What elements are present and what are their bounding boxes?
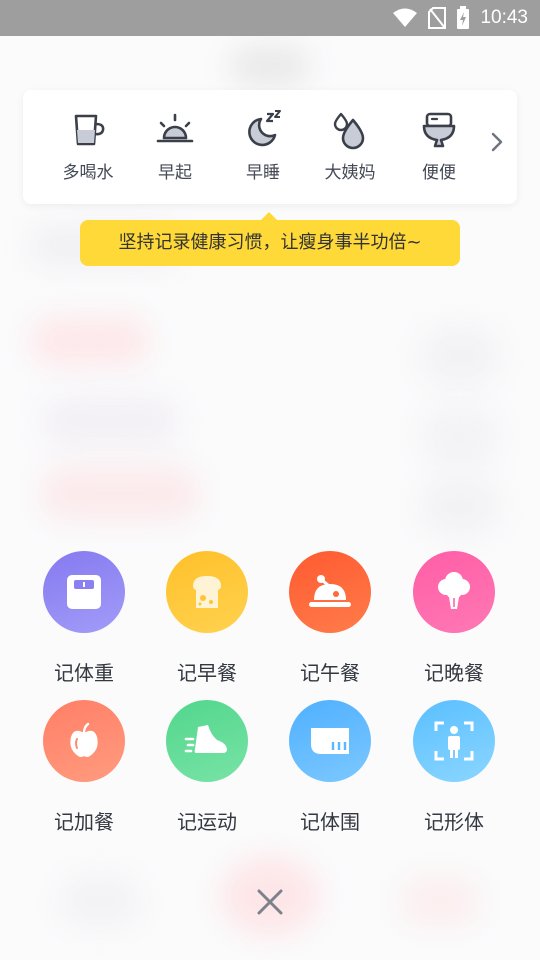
broccoli-icon [438, 572, 470, 609]
habit-tip-bubble: 坚持记录健康习惯，让瘦身事半功倍~ [80, 212, 460, 266]
record-body-shape-label: 记形体 [424, 810, 484, 834]
record-girth-button[interactable]: 记体围 [275, 700, 385, 840]
measuring-tape-icon [311, 728, 349, 754]
scale-icon [67, 575, 101, 609]
status-time: 10:43 [480, 7, 528, 28]
no-sim-icon [428, 7, 447, 29]
toilet-icon [422, 112, 456, 148]
quick-item-wake-early[interactable]: 早起 [137, 110, 213, 190]
battery-charging-icon [457, 6, 470, 29]
quick-record-card: 多喝水 早起 早睡 大姨妈 便便 [23, 90, 517, 204]
quick-item-period[interactable]: 大姨妈 [312, 110, 388, 190]
record-breakfast-button[interactable]: 记早餐 [152, 551, 262, 691]
record-exercise-button[interactable]: 记运动 [152, 700, 262, 840]
record-snack-label: 记加餐 [54, 810, 114, 834]
status-icons: 10:43 [392, 0, 528, 36]
record-breakfast-circle [166, 551, 248, 633]
quick-item-label: 早起 [158, 163, 192, 183]
record-snack-button[interactable]: 记加餐 [29, 700, 139, 840]
record-body-shape-circle [413, 700, 495, 782]
roast-chicken-icon [309, 575, 351, 607]
record-weight-button[interactable]: 记体重 [29, 551, 139, 691]
quick-item-poop[interactable]: 便便 [401, 110, 477, 190]
record-snack-circle [43, 700, 125, 782]
toast-icon [193, 576, 221, 608]
close-icon [257, 889, 283, 915]
record-lunch-label: 记午餐 [300, 661, 360, 685]
quick-item-sleep-early[interactable]: 早睡 [225, 110, 301, 190]
cup-icon [74, 114, 105, 146]
drops-icon [333, 112, 365, 150]
quick-item-label: 便便 [422, 163, 456, 183]
running-shoe-icon [184, 725, 227, 753]
record-girth-label: 记体围 [300, 810, 360, 834]
record-weight-label: 记体重 [54, 661, 114, 685]
record-breakfast-label: 记早餐 [177, 661, 237, 685]
habit-tip-text: 坚持记录健康习惯，让瘦身事半功倍~ [118, 232, 422, 253]
record-girth-circle [289, 700, 371, 782]
body-shape-icon [434, 721, 474, 761]
status-bar: 10:43 [0, 0, 540, 36]
record-exercise-label: 记运动 [177, 810, 237, 834]
record-dinner-circle [413, 551, 495, 633]
quick-item-label: 大姨妈 [324, 163, 376, 183]
record-dinner-button[interactable]: 记晚餐 [399, 551, 509, 691]
record-dinner-label: 记晚餐 [424, 661, 484, 685]
record-exercise-circle [166, 700, 248, 782]
record-body-shape-button[interactable]: 记形体 [399, 700, 509, 840]
quick-item-label: 早睡 [246, 163, 280, 183]
close-button[interactable] [240, 872, 300, 932]
record-lunch-circle [289, 551, 371, 633]
quick-item-label: 多喝水 [62, 163, 114, 183]
moon-sleep-icon [248, 110, 281, 147]
chevron-right-icon[interactable] [487, 130, 507, 154]
sunrise-icon [156, 113, 194, 143]
record-lunch-button[interactable]: 记午餐 [275, 551, 385, 691]
quick-item-drink-water[interactable]: 多喝水 [50, 110, 126, 190]
apple-icon [70, 722, 98, 757]
record-weight-circle [43, 551, 125, 633]
wifi-icon [393, 8, 418, 27]
